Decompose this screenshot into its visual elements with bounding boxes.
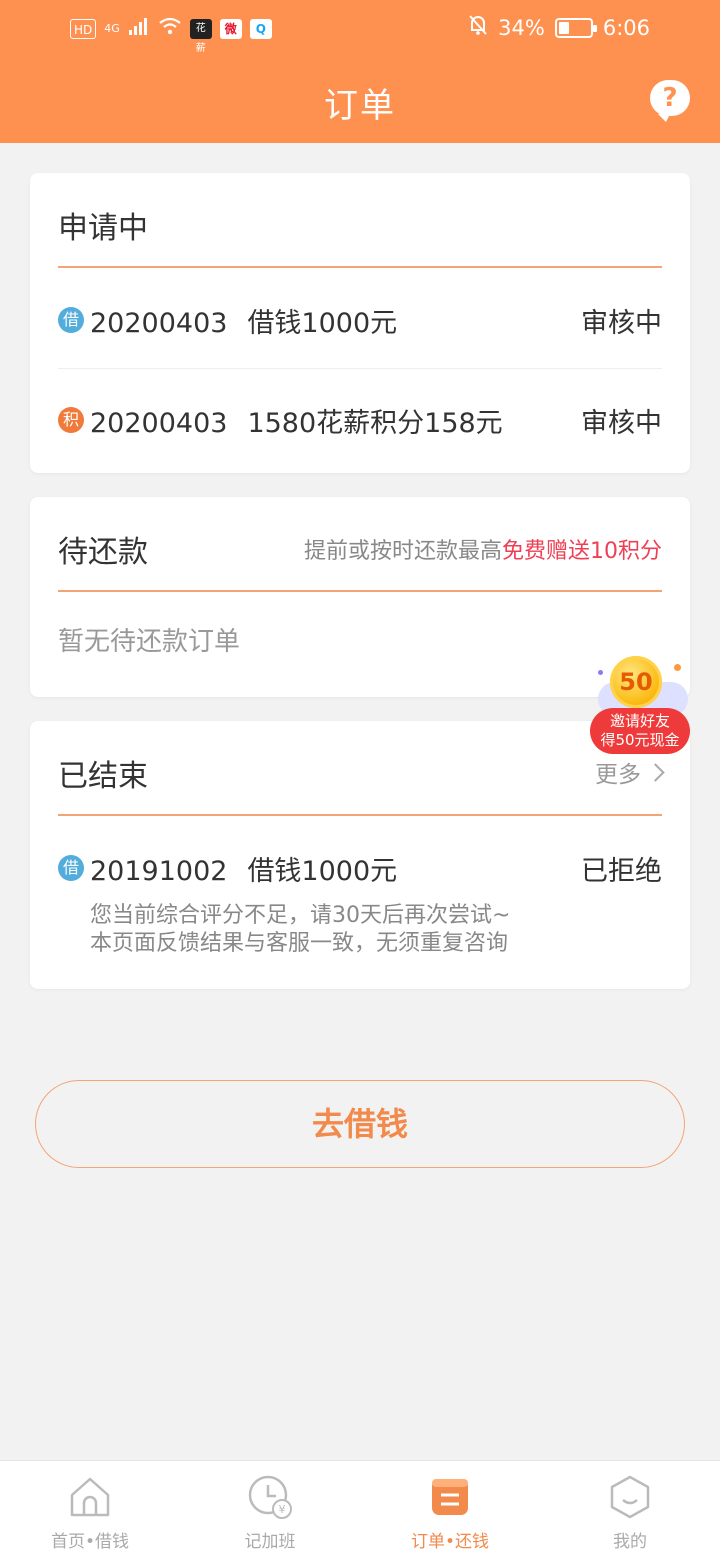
finished-card: 已结束 更多 借 20191002 借钱1000元 已拒绝 您当前综合评分不足，请… — [30, 721, 690, 989]
repay-reward-note: 提前或按时还款最高免费赠送10积分 — [304, 533, 662, 565]
battery-percent: 34% — [498, 15, 545, 40]
loan-badge-icon: 借 — [58, 307, 84, 333]
signal-icon — [128, 16, 150, 41]
tab-orders[interactable]: 订单•还钱 — [360, 1461, 540, 1560]
points-badge-icon: 积 — [58, 407, 84, 433]
applying-card: 申请中 借 20200403 借钱1000元 审核中 积 20200403 1580… — [30, 173, 690, 473]
profile-face-icon — [606, 1473, 654, 1521]
tab-mine[interactable]: 我的 — [540, 1461, 720, 1560]
order-date: 20200403 — [90, 308, 228, 339]
note-prefix: 提前或按时还款最高 — [303, 539, 502, 564]
note-highlight: 免费赠送10积分 — [502, 539, 662, 564]
tab-overtime[interactable]: ¥ 记加班 — [180, 1461, 360, 1560]
chevron-right-icon — [646, 762, 665, 782]
applying-header: 申请中 — [58, 173, 662, 268]
invite-promo-button[interactable]: 50 邀请好友 得50元现金 — [588, 654, 692, 758]
battery-icon — [554, 17, 597, 38]
app-header: HD 4G 花薪 微 Q 34% 6:06 订单 ? — [0, 0, 720, 143]
order-info: 20191002 借钱1000元 — [90, 849, 397, 888]
qq-icon: Q — [249, 18, 272, 39]
status-left: HD 4G 花薪 微 Q — [70, 16, 272, 54]
home-icon — [66, 1473, 114, 1521]
weibo-icon: 微 — [219, 18, 242, 39]
promo-line1: 邀请好友 — [609, 712, 670, 730]
battery-fill — [558, 21, 570, 34]
order-date: 20200403 — [90, 408, 228, 439]
sparkle-icon — [674, 664, 681, 671]
coin-icon: 50 — [610, 656, 662, 708]
rejection-note: 本页面反馈结果与客服一致，无须重复咨询 — [90, 931, 509, 956]
tab-home[interactable]: 首页•借钱 — [0, 1461, 180, 1560]
more-link[interactable]: 更多 — [595, 755, 665, 789]
order-status: 已拒绝 — [581, 856, 662, 887]
bottom-tab-bar: 首页•借钱 ¥ 记加班 订单•还钱 我的 — [0, 1460, 720, 1560]
order-row[interactable]: 借 20191002 借钱1000元 已拒绝 您当前综合评分不足，请30天后再次尝… — [58, 817, 662, 977]
help-icon[interactable]: ? — [650, 80, 690, 122]
tab-label: 记加班 — [244, 1532, 296, 1552]
clock: 6:06 — [602, 15, 650, 40]
order-row[interactable]: 积 20200403 1580花薪积分158元 审核中 — [58, 369, 662, 469]
pending-header: 待还款 提前或按时还款最高免费赠送10积分 — [58, 497, 662, 592]
tab-label: 首页•借钱 — [50, 1532, 130, 1552]
clock-yen-icon: ¥ — [246, 1473, 294, 1521]
borrow-button[interactable]: 去借钱 — [35, 1080, 685, 1168]
order-desc: 借钱1000元 — [247, 308, 398, 339]
order-desc: 借钱1000元 — [247, 856, 398, 887]
more-label: 更多 — [595, 762, 641, 788]
page-title: 订单 — [324, 86, 396, 126]
order-row[interactable]: 借 20200403 借钱1000元 审核中 — [58, 269, 662, 369]
finished-title: 已结束 — [58, 759, 148, 794]
status-bar: HD 4G 花薪 微 Q 34% 6:06 — [0, 0, 720, 56]
order-info: 20200403 1580花薪积分158元 — [90, 401, 503, 440]
promo-line2: 得50元现金 — [600, 731, 680, 749]
order-date: 20191002 — [90, 856, 228, 887]
pending-title: 待还款 — [58, 535, 148, 570]
status-right: 34% 6:06 — [468, 14, 650, 41]
network-label: 4G — [104, 22, 120, 35]
tab-label: 订单•还钱 — [410, 1532, 490, 1552]
promo-tag: 邀请好友 得50元现金 — [590, 708, 690, 754]
mute-bell-icon — [468, 14, 488, 41]
order-status: 审核中 — [581, 408, 662, 439]
applying-title: 申请中 — [58, 211, 148, 246]
order-status: 审核中 — [581, 308, 662, 339]
loan-badge-icon: 借 — [58, 855, 84, 881]
order-info: 20200403 借钱1000元 — [90, 301, 397, 340]
wifi-icon — [158, 16, 182, 41]
order-desc: 1580花薪积分158元 — [247, 408, 503, 439]
hd-icon: HD — [70, 18, 97, 39]
sparkle-icon — [598, 670, 603, 675]
finished-header: 已结束 更多 — [58, 721, 665, 816]
empty-state-text: 暂无待还款订单 — [58, 627, 241, 657]
app-notification-icon: 花薪 — [189, 18, 212, 54]
tab-label: 我的 — [613, 1532, 647, 1552]
order-list-icon — [426, 1473, 474, 1521]
svg-text:¥: ¥ — [279, 1503, 286, 1516]
